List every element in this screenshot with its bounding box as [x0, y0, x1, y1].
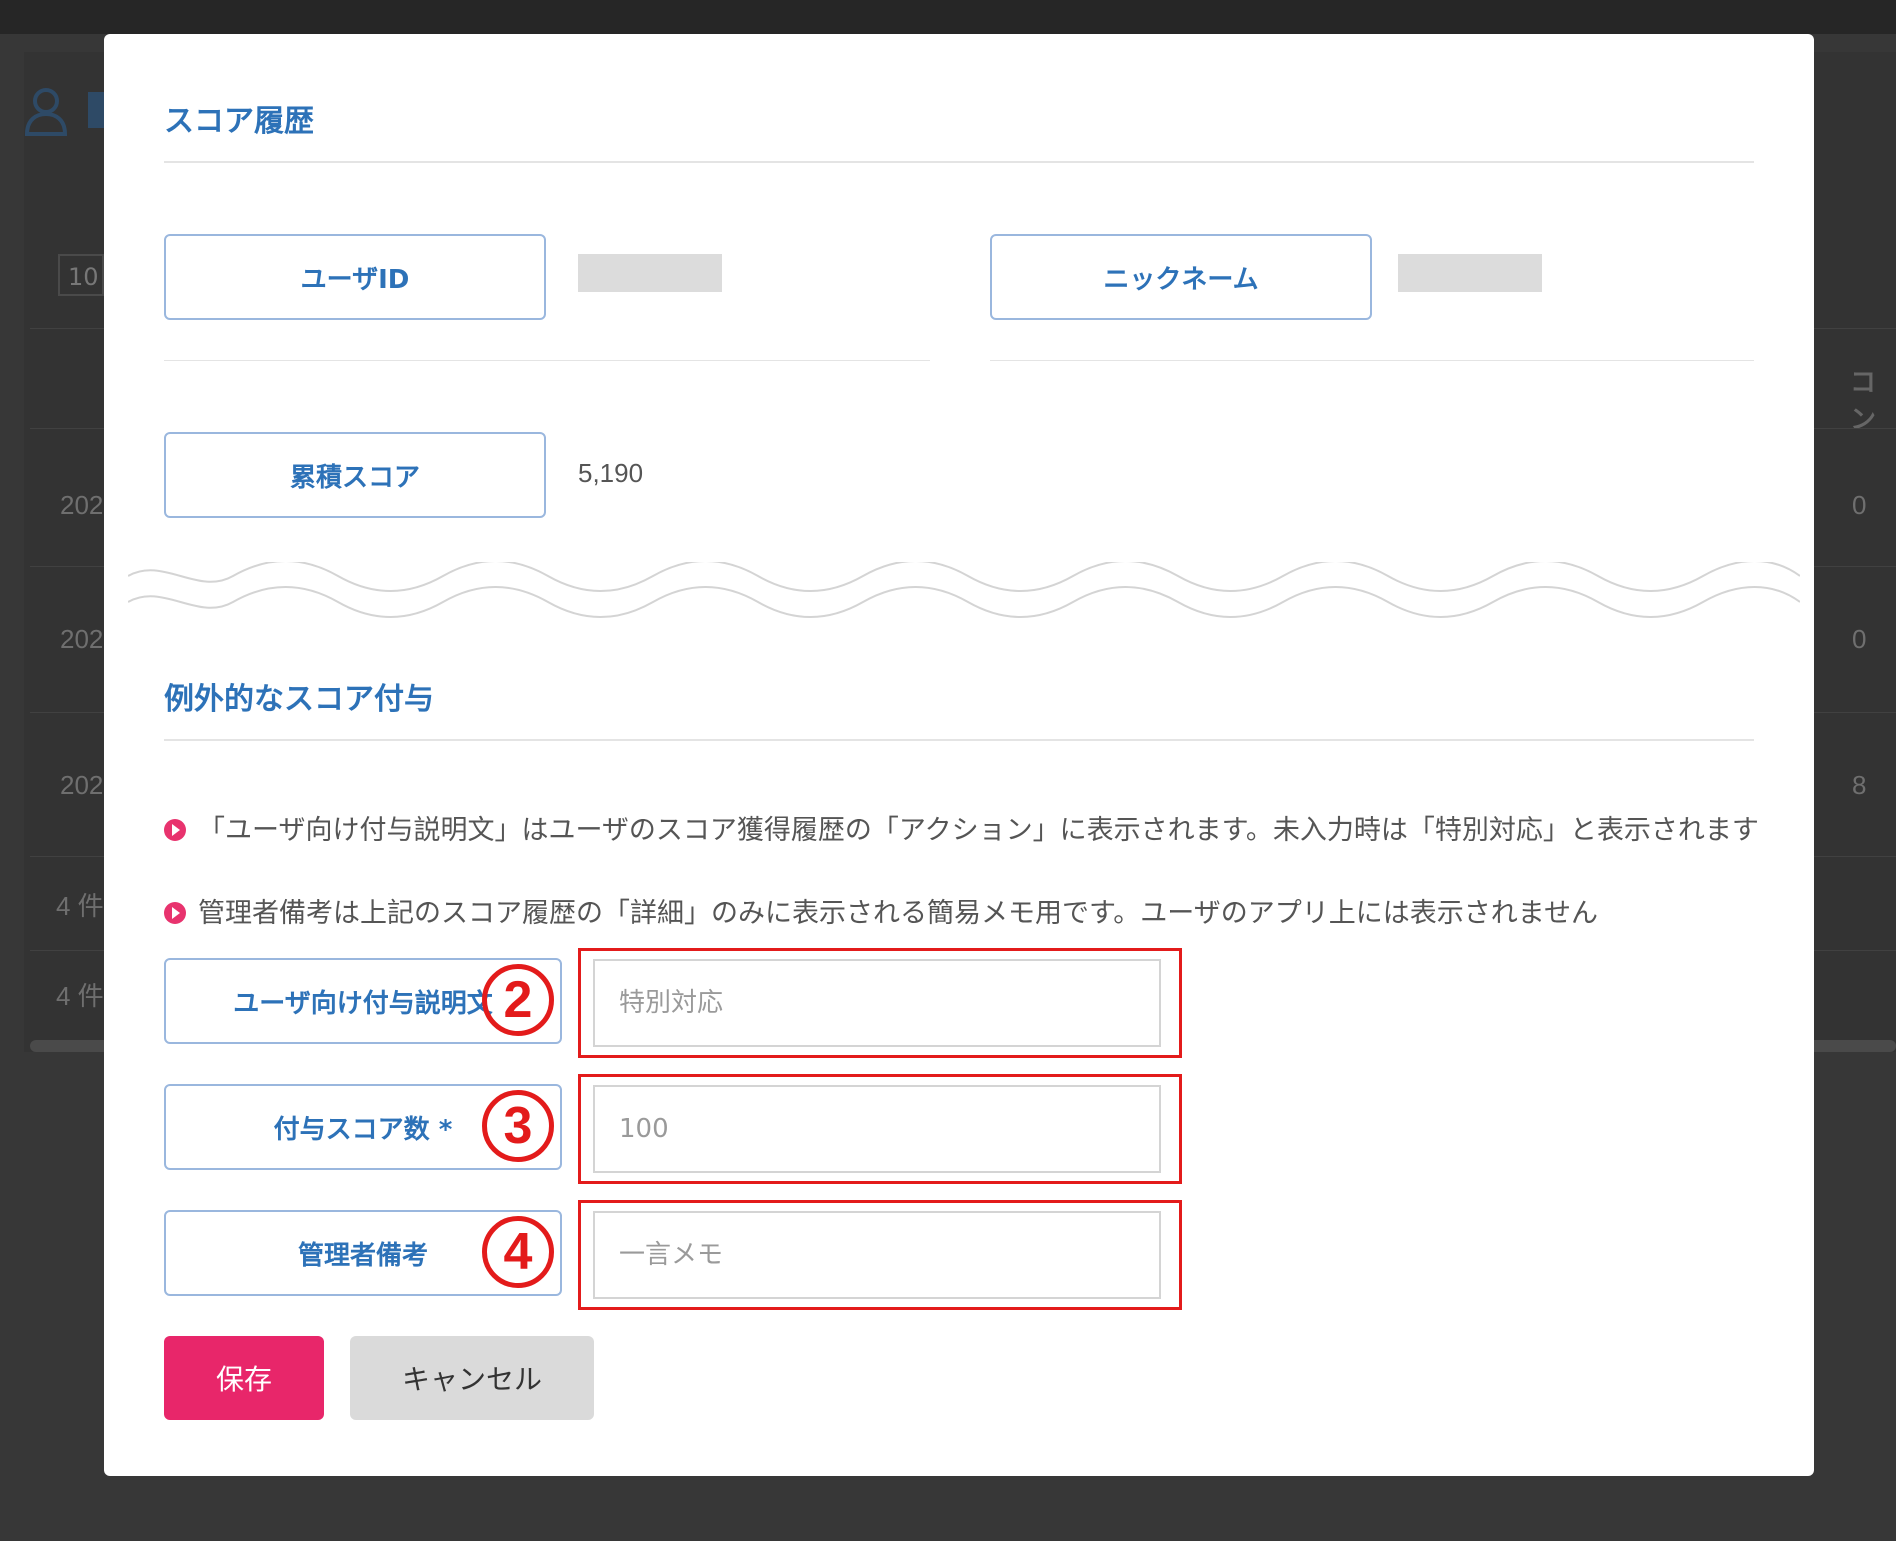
annotation-badge-2: 2 — [482, 964, 554, 1036]
background-page-size-select: 10 — [58, 254, 104, 296]
score-input[interactable] — [593, 1085, 1161, 1173]
background-column-header: コン — [1850, 367, 1877, 434]
note-memo: 管理者備考は上記のスコア履歴の「詳細」のみに表示される簡易メモ用です。ユーザのア… — [164, 893, 1764, 934]
total-score-label: 累積スコア — [164, 432, 546, 518]
description-input-highlight — [578, 948, 1182, 1058]
background-topbar — [0, 0, 1896, 34]
play-bullet-icon — [164, 902, 186, 924]
background-count-text: 4 件 — [56, 891, 104, 921]
nickname-value-redacted — [1398, 254, 1542, 292]
description-input[interactable] — [593, 959, 1161, 1047]
annotation-badge-4: 4 — [482, 1216, 554, 1288]
note-description-text: 「ユーザ向け付与説明文」はユーザのスコア獲得履歴の「アクション」に表示されます。… — [198, 815, 1759, 846]
row-divider — [990, 360, 1754, 361]
background-row-value: 8 — [1852, 770, 1867, 800]
note-description: 「ユーザ向け付与説明文」はユーザのスコア獲得履歴の「アクション」に表示されます。… — [164, 810, 1764, 851]
background-row-date: 202 — [60, 624, 104, 654]
score-input-highlight — [578, 1074, 1182, 1184]
user-icon — [24, 88, 68, 136]
nickname-label: ニックネーム — [990, 234, 1372, 320]
user-id-value-redacted — [578, 254, 722, 292]
note-memo-text: 管理者備考は上記のスコア履歴の「詳細」のみに表示される簡易メモ用です。ユーザのア… — [198, 898, 1598, 929]
background-row-date: 202 — [60, 770, 104, 800]
cancel-button[interactable]: キャンセル — [350, 1336, 594, 1420]
score-modal: スコア履歴 ユーザID ニックネーム 累積スコア 5,190 例外的なスコア付与… — [104, 34, 1814, 1476]
memo-input-highlight — [578, 1200, 1182, 1310]
section-divider — [164, 161, 1754, 163]
annotation-badge-3: 3 — [482, 1090, 554, 1162]
background-row-value: 0 — [1852, 624, 1867, 654]
exceptional-score-title: 例外的なスコア付与 — [164, 682, 434, 717]
wave-separator — [128, 562, 1800, 618]
user-id-label: ユーザID — [164, 234, 546, 320]
score-history-title: スコア履歴 — [164, 104, 314, 139]
section-divider — [164, 739, 1754, 741]
save-button[interactable]: 保存 — [164, 1336, 324, 1420]
total-score-value: 5,190 — [578, 458, 644, 488]
row-divider — [164, 360, 930, 361]
background-row-date: 202 — [60, 490, 104, 520]
play-bullet-icon — [164, 819, 186, 841]
memo-input[interactable] — [593, 1211, 1161, 1299]
background-row-value: 0 — [1852, 490, 1867, 520]
background-count-text: 4 件 — [56, 981, 104, 1011]
